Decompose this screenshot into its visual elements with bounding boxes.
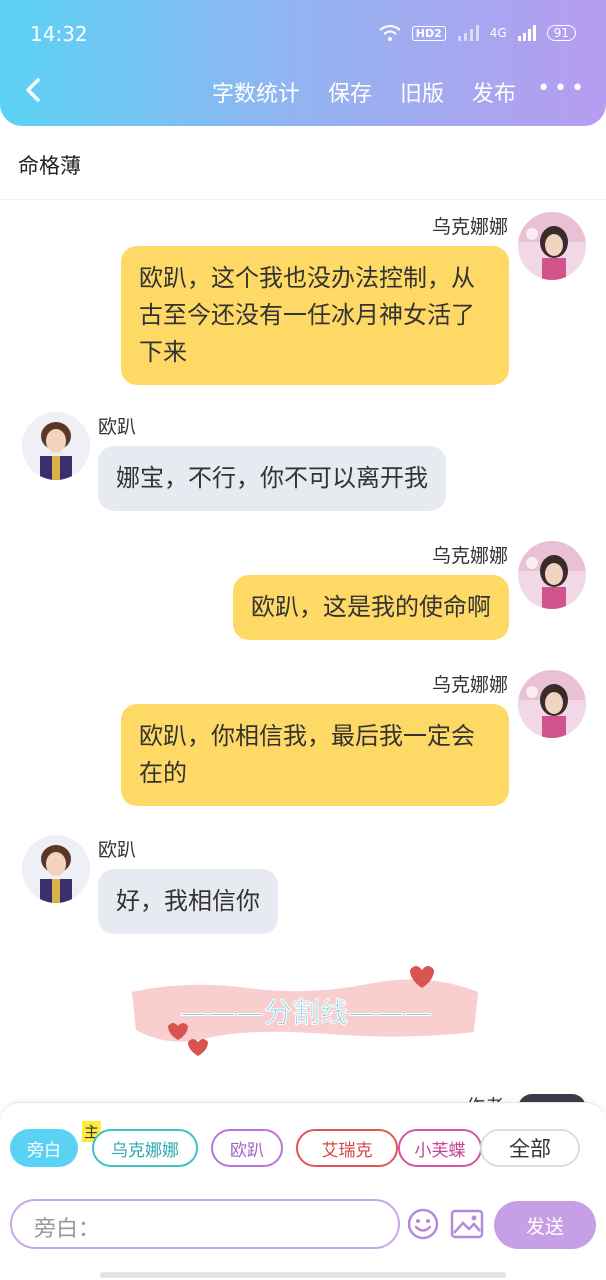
image-icon[interactable] [450,1209,484,1239]
avatar-male[interactable] [22,412,90,480]
divider-decoration: ———分割线——— [128,962,484,1058]
chip-xiaofudie[interactable]: 小芙蝶 [398,1129,482,1167]
message-input[interactable]: 旁白： [10,1199,400,1249]
word-count-button[interactable]: 字数统计 [212,76,300,108]
toolbar-menu: 字数统计 保存 旧版 发布 [212,76,516,108]
back-arrow-icon[interactable] [18,74,50,106]
chip-narrator[interactable]: 旁白 [10,1129,78,1167]
message-bubble[interactable]: 好，我相信你 [98,869,278,934]
sender-name: 乌克娜娜 [431,674,508,696]
signal-icon-2 [517,25,536,41]
subheader: 命格薄 [0,126,606,200]
story-title: 命格薄 [18,154,81,178]
role-chips: 旁白 主 乌克娜娜 欧趴 艾瑞克 小芙蝶 全部 [10,1121,606,1169]
message-bubble[interactable]: 欧趴，你相信我，最后我一定会在的 [121,704,509,806]
avatar-female[interactable] [518,541,586,609]
send-button[interactable]: 发送 [494,1201,596,1249]
sender-name: 欧趴 [98,416,137,438]
app-header: 14:32 HD2 4G 91 字数统计 保存 旧版 发布 ••• [0,0,606,126]
save-button[interactable]: 保存 [328,76,372,108]
avatar-female[interactable] [518,670,586,738]
avatar-female-image [518,541,586,609]
chip-oupa[interactable]: 欧趴 [211,1129,283,1167]
avatar-female[interactable] [518,212,586,280]
divider-text: ———分割线——— [180,996,432,1029]
message-bubble[interactable]: 欧趴，这个我也没办法控制，从古至今还没有一任冰月神女活了下来 [121,246,509,385]
avatar-female-image [518,212,586,280]
avatar-male-image [22,412,90,480]
old-version-button[interactable]: 旧版 [400,76,444,108]
emoji-icon[interactable] [406,1207,440,1241]
wifi-icon [379,25,401,41]
sender-name: 乌克娜娜 [431,545,508,567]
chip-erik[interactable]: 艾瑞克 [296,1129,398,1167]
status-time: 14:32 [30,22,88,46]
toolbar: 字数统计 保存 旧版 发布 ••• [0,70,606,114]
status-bar: 14:32 HD2 4G 91 [30,22,576,52]
status-icons: HD2 4G 91 [378,24,576,42]
chip-ukenana[interactable]: 乌克娜娜 [92,1129,198,1167]
publish-button[interactable]: 发布 [472,76,516,108]
message-bubble[interactable]: 欧趴，这是我的使命啊 [233,575,509,640]
sender-name: 欧趴 [98,839,137,861]
signal-icon [457,25,479,41]
avatar-male[interactable] [22,835,90,903]
more-options-icon[interactable]: ••• [537,76,588,101]
message-bubble[interactable]: 娜宝，不行，你不可以离开我 [98,446,446,511]
sender-name: 乌克娜娜 [431,216,508,238]
input-panel: 旁白 主 乌克娜娜 欧趴 艾瑞克 小芙蝶 全部 旁白： 发送 [0,1102,606,1280]
battery-indicator: 91 [546,25,576,41]
hd-badge: HD2 [411,25,446,41]
divider-brush-image: ———分割线——— [132,966,478,1056]
home-indicator [100,1272,506,1278]
chip-all[interactable]: 全部 [480,1129,580,1167]
avatar-male-image [22,835,90,903]
network-type: 4G [489,26,507,40]
avatar-female-image [518,670,586,738]
